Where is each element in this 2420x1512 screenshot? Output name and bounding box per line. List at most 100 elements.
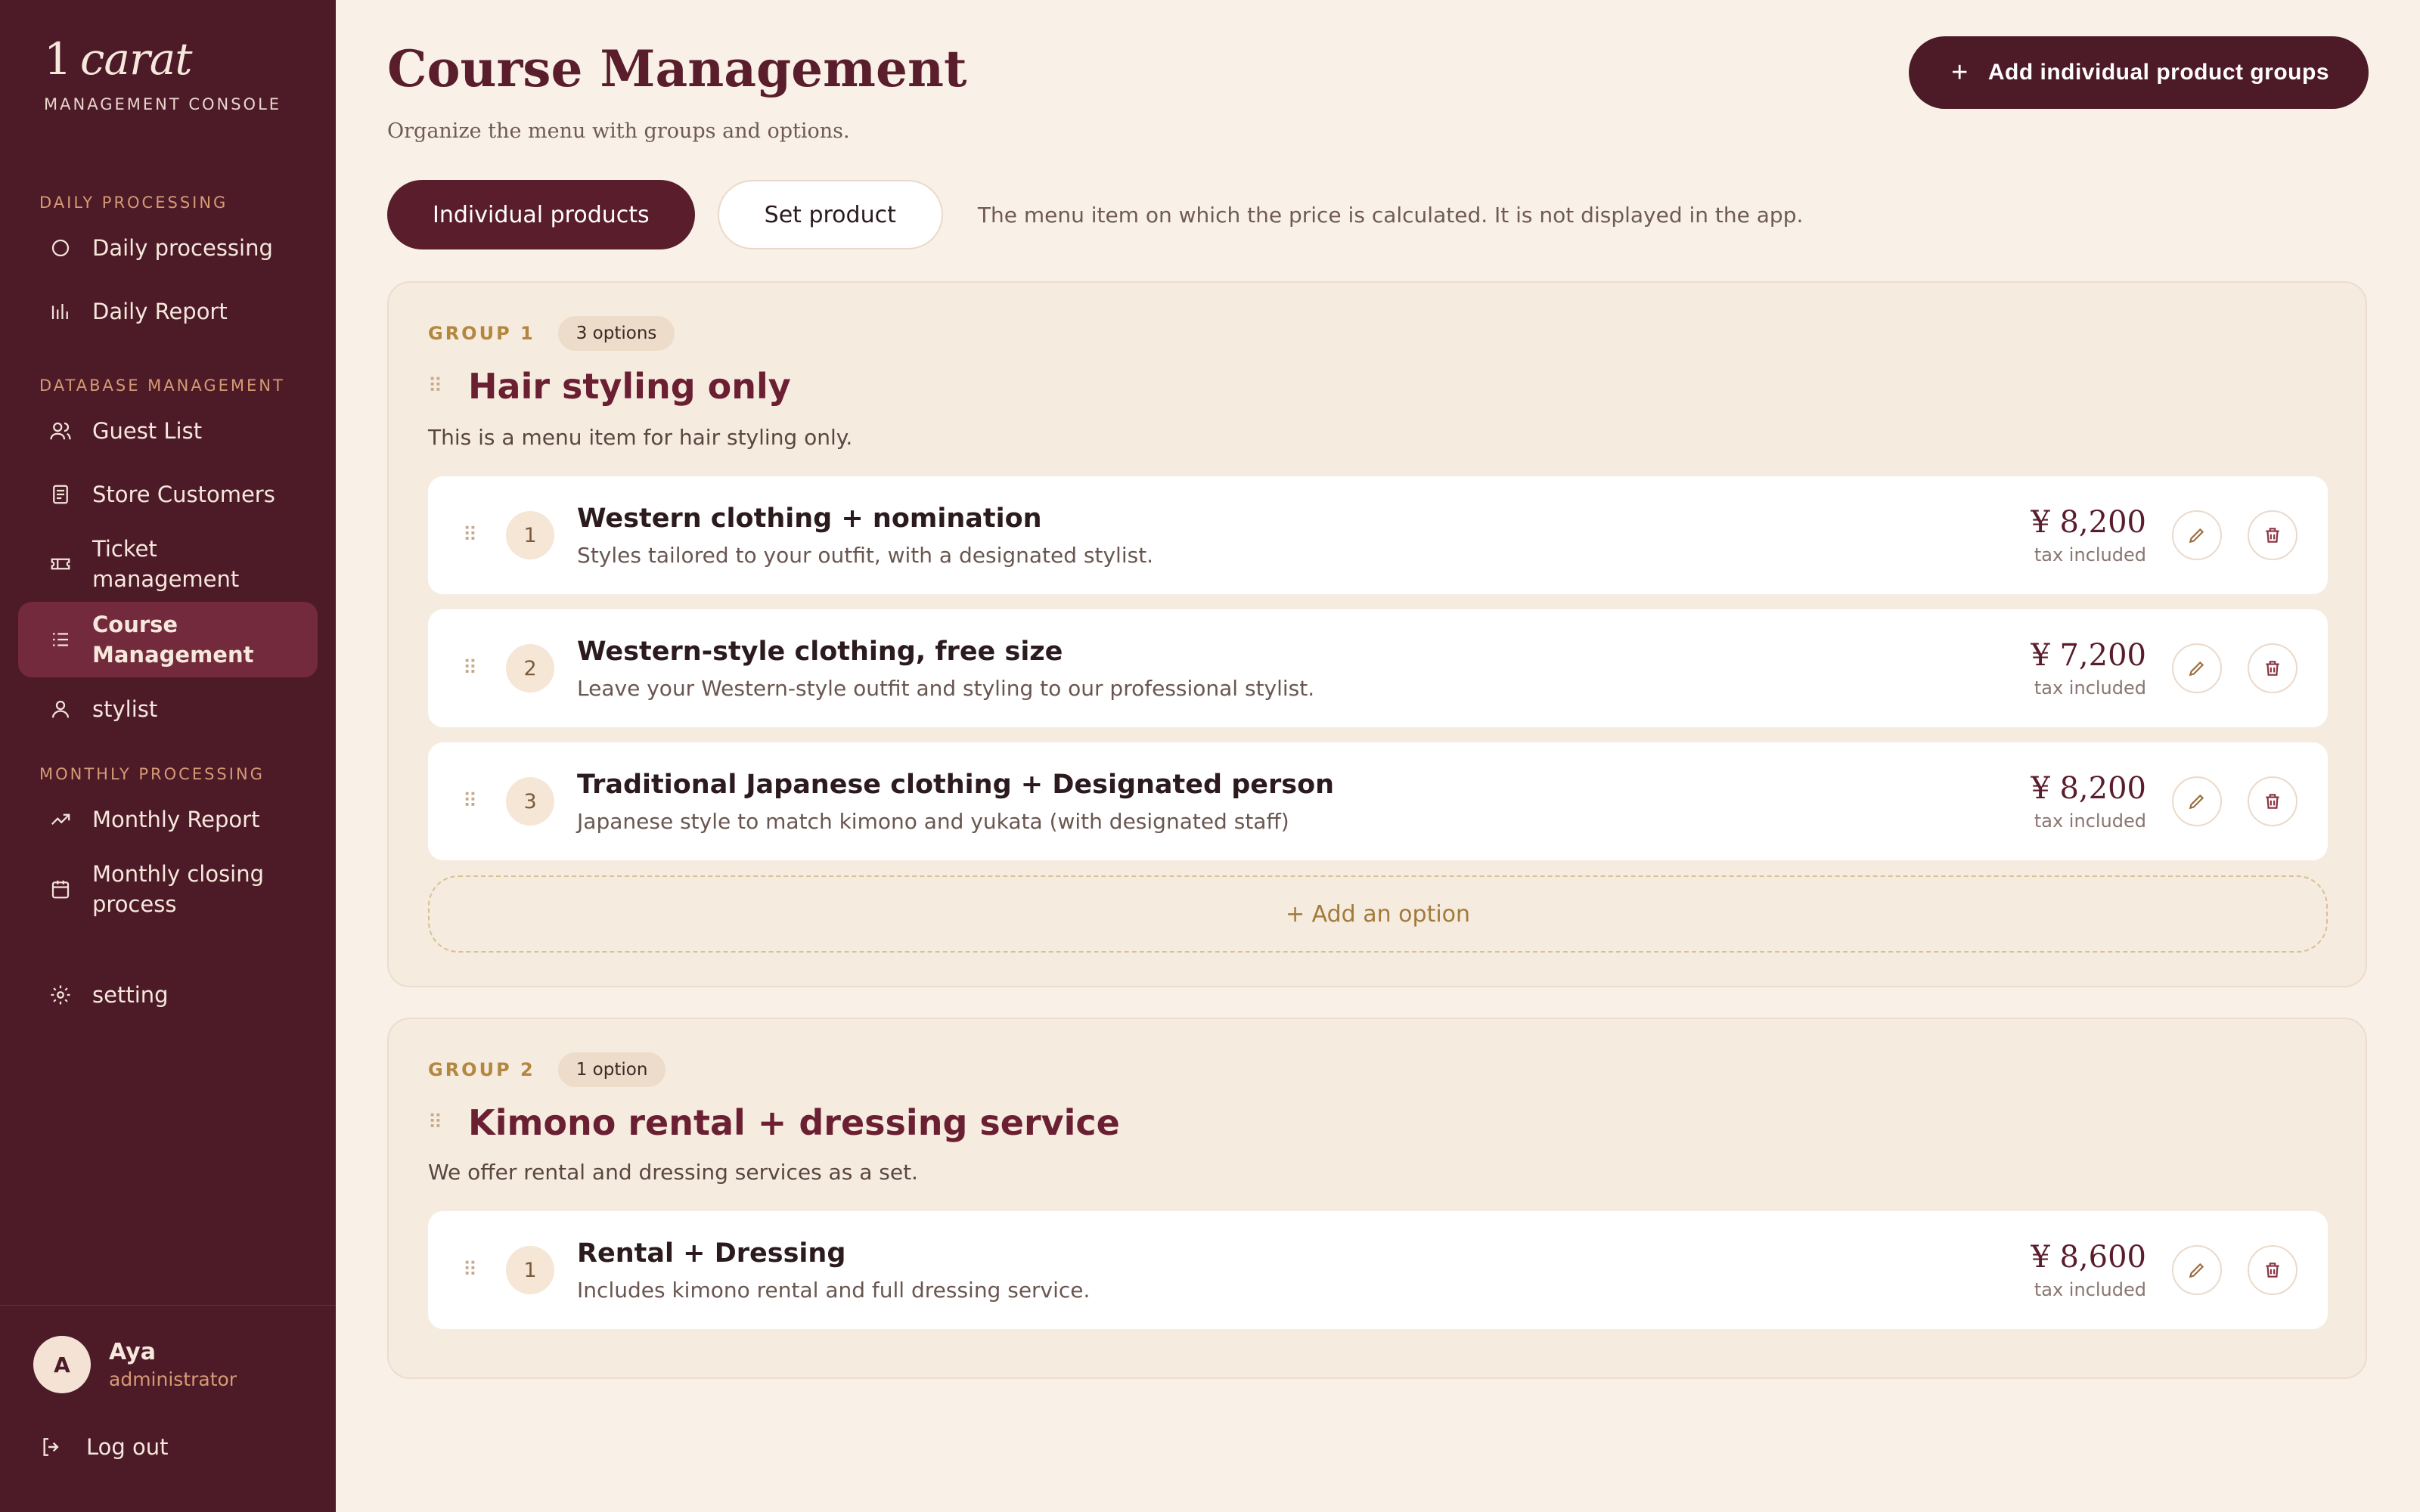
brand-logo: 1 carat [44,33,281,85]
group-header: GROUP 1 3 options [428,316,675,351]
option-number: 1 [506,1246,555,1294]
trash-icon [2266,1263,2279,1278]
option-price: ¥ 8,600 [2031,1240,2146,1275]
tax-label: tax included [2034,1279,2146,1300]
sidebar-item-course-management[interactable]: Course Management [18,602,318,677]
delete-option-button[interactable] [2248,1245,2297,1295]
trend-icon [48,807,73,832]
group-header: GROUP 2 1 option [428,1052,666,1087]
group-title: Kimono rental + dressing service [468,1102,1120,1143]
group-label: GROUP 1 [428,323,535,344]
bar-chart-icon [48,299,73,324]
pencil-icon [2189,661,2204,677]
product-group: GROUP 2 1 option ⠿ Kimono rental + dress… [387,1018,2367,1379]
options-count-badge: 3 options [557,316,675,351]
drag-handle-icon[interactable]: ⠿ [428,375,442,398]
sidebar-item-daily-processing[interactable]: Daily processing [18,216,318,280]
delete-option-button[interactable] [2248,776,2297,826]
option-row: ⠿ 1 Western clothing + nomination Styles… [428,476,2328,594]
sidebar-item-stylist[interactable]: stylist [18,677,318,741]
drag-handle-icon[interactable]: ⠿ [463,657,477,680]
delete-option-button[interactable] [2248,510,2297,560]
edit-option-button[interactable] [2172,510,2222,560]
option-number: 3 [506,777,555,826]
nav-section-database: DATABASE MANAGEMENT [39,376,285,395]
option-title: Western-style clothing, free size [577,636,1063,667]
drag-handle-icon[interactable]: ⠿ [463,524,477,547]
option-description: Styles tailored to your outfit, with a d… [577,542,1154,568]
brand-logo-word: carat [79,33,193,85]
avatar: A [33,1336,91,1393]
option-price: ¥ 8,200 [2031,771,2146,806]
add-option-button[interactable]: + Add an option [428,875,2328,953]
pencil-icon [2189,1263,2204,1278]
sidebar-item-guest-list[interactable]: Guest List [18,399,318,463]
user-role: administrator [109,1368,237,1390]
document-icon [48,482,73,507]
sidebar-item-label: stylist [92,696,158,722]
sidebar: 1 carat MANAGEMENT CONSOLE DAILY PROCESSI… [0,0,336,1512]
sidebar-item-label: Monthly closing process [92,861,265,917]
edit-option-button[interactable] [2172,1245,2222,1295]
option-row: ⠿ 2 Western-style clothing, free size Le… [428,609,2328,727]
drag-handle-icon[interactable]: ⠿ [428,1111,442,1134]
sidebar-item-monthly-closing[interactable]: Monthly closing process [18,851,318,927]
nav-section-monthly: MONTHLY PROCESSING [39,765,265,783]
tax-label: tax included [2034,544,2146,565]
sidebar-item-label: Store Customers [92,482,275,507]
option-price: ¥ 8,200 [2031,505,2146,540]
drag-handle-icon[interactable]: ⠿ [463,790,477,813]
logout-label: Log out [86,1434,169,1460]
sidebar-item-label: setting [92,982,169,1008]
tab-set-product[interactable]: Set product [717,180,943,249]
trash-icon [2266,794,2279,809]
drag-handle-icon[interactable]: ⠿ [463,1259,477,1281]
app-root: 1 carat MANAGEMENT CONSOLE DAILY PROCESSI… [0,0,2420,1512]
sidebar-item-daily-report[interactable]: Daily Report [18,280,318,343]
plus-icon: + [1951,56,1969,88]
sidebar-item-label: Daily Report [92,299,228,324]
option-number: 2 [506,644,555,692]
gear-icon [48,983,73,1007]
tax-label: tax included [2034,810,2146,832]
edit-option-button[interactable] [2172,643,2222,693]
page-title: Course Management [387,39,967,98]
sidebar-item-label: Monthly Report [92,807,260,832]
user-block: A Aya administrator Log out [0,1305,336,1460]
list-icon [48,627,73,652]
sidebar-nav: DAILY PROCESSING Daily processing Daily … [0,189,336,1027]
brand-logo-number: 1 [44,33,72,85]
options-count-badge: 1 option [557,1052,666,1087]
option-title: Western clothing + nomination [577,503,1042,534]
logout-button[interactable]: Log out [0,1434,336,1460]
delete-option-button[interactable] [2248,643,2297,693]
sidebar-item-monthly-report[interactable]: Monthly Report [18,788,318,851]
sidebar-item-store-customers[interactable]: Store Customers [18,463,318,526]
sidebar-item-setting[interactable]: setting [18,963,318,1027]
trash-icon [2266,661,2279,676]
option-number: 1 [506,511,555,559]
pencil-icon [2189,794,2204,810]
nav-section-daily: DAILY PROCESSING [39,194,228,212]
users-icon [48,419,73,443]
group-label: GROUP 2 [428,1059,535,1080]
sidebar-item-label: Daily processing [92,235,273,261]
option-description: Japanese style to match kimono and yukat… [577,808,1289,834]
user-icon [48,697,73,721]
user-profile[interactable]: A Aya administrator [0,1336,336,1393]
circle-icon [48,236,73,260]
group-description: This is a menu item for hair styling onl… [428,425,853,450]
group-title-row: ⠿ Kimono rental + dressing service [428,1102,1120,1143]
main-content: Course Management Organize the menu with… [336,0,2420,1512]
option-description: Leave your Western-style outfit and styl… [577,675,1315,701]
group-title: Hair styling only [468,366,791,407]
sidebar-item-label: Ticket management [92,536,240,592]
option-title: Rental + Dressing [577,1238,846,1269]
brand: 1 carat MANAGEMENT CONSOLE [44,33,281,113]
tab-individual-products[interactable]: Individual products [387,180,695,249]
sidebar-item-ticket-management[interactable]: Ticket management [18,526,318,602]
group-title-row: ⠿ Hair styling only [428,366,791,407]
edit-option-button[interactable] [2172,776,2222,826]
add-product-group-button[interactable]: + Add individual product groups [1909,36,2369,109]
sidebar-item-label: Guest List [92,418,203,444]
